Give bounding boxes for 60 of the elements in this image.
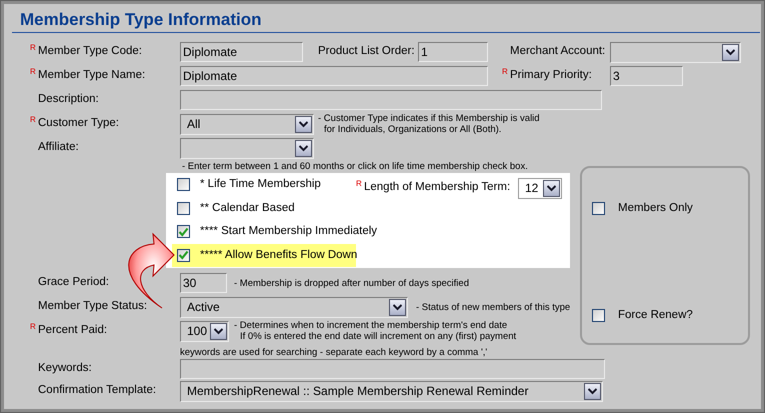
field-label: Percent Paid: (38, 323, 108, 338)
dropdown[interactable]: MembershipRenewal :: Sample Membership Renewal Reminder (180, 380, 603, 402)
checkbox-label: Members Only (618, 201, 693, 216)
text-field[interactable]: Diplomate (180, 66, 488, 86)
dropdown[interactable]: 12 (518, 178, 562, 198)
field-label: Confirmation Template: (38, 383, 156, 398)
checkbox-label: * Life Time Membership (200, 177, 321, 192)
required-mark: R (502, 68, 509, 76)
dropdown[interactable] (180, 138, 314, 158)
help-text: - Enter term between 1 and 60 months or click on life time membership check box. (182, 160, 529, 173)
field-label: Length of Membership Term: (364, 180, 510, 196)
checkbox[interactable] (177, 178, 190, 192)
required-mark: R (30, 116, 37, 124)
field-label: Primary Priority: (510, 68, 592, 84)
field-label: Customer Type: (38, 116, 119, 132)
checkbox[interactable] (177, 202, 190, 215)
checkbox[interactable] (177, 248, 190, 262)
required-mark: R (30, 44, 37, 52)
help-text: - Determines when to increment the membership term's end date If 0% is entered the end date will increment on any (first) payment (234, 320, 516, 342)
checkbox-label: ** Calendar Based (200, 200, 295, 216)
field-label: Grace Period: (38, 275, 109, 290)
checkbox[interactable] (592, 202, 605, 216)
checkbox-label: ***** Allow Benefits Flow Down (200, 248, 358, 263)
chevron-down-icon (722, 44, 739, 60)
help-text: - Status of new members of this type (416, 302, 570, 312)
dropdown[interactable]: All (180, 114, 314, 134)
field-label: Member Type Name: (38, 68, 146, 84)
chevron-down-icon (389, 298, 406, 316)
field-label: Affiliate: (38, 140, 79, 156)
help-text: - Membership is dropped after number of days specified (234, 278, 469, 288)
chevron-down-icon (543, 180, 560, 196)
required-mark: R (30, 323, 37, 332)
text-field[interactable] (180, 90, 602, 110)
text-field[interactable]: 3 (610, 66, 683, 86)
field-label: Keywords: (38, 361, 92, 376)
chevron-down-icon (295, 140, 312, 156)
help-text: - Customer Type indicates if this Membership is valid for Individuals, Organizations or All (Both). (318, 113, 540, 135)
chevron-down-icon (210, 322, 227, 340)
text-field[interactable]: Diplomate (180, 42, 303, 62)
dropdown[interactable]: 100 (180, 320, 229, 342)
checkbox[interactable] (177, 225, 190, 238)
chevron-down-icon (584, 382, 601, 400)
text-field[interactable]: 1 (418, 42, 488, 62)
section-title: Membership Type Information (12, 4, 760, 33)
field-label: Merchant Account: (510, 44, 606, 60)
field-label: Product List Order: (318, 44, 415, 60)
required-mark: R (30, 68, 37, 76)
checkbox-label: Force Renew? (618, 308, 693, 323)
field-label: Description: (38, 92, 99, 108)
required-mark: R (356, 180, 363, 188)
field-label: Member Type Status: (38, 299, 148, 314)
checkbox-label: **** Start Membership Immediately (200, 224, 378, 240)
chevron-down-icon (295, 116, 312, 132)
field-label: Member Type Code: (38, 44, 142, 60)
dropdown[interactable]: Active (180, 296, 408, 318)
checkbox[interactable] (592, 308, 605, 322)
text-field[interactable] (180, 359, 605, 379)
dropdown[interactable] (610, 42, 741, 62)
text-field[interactable]: 30 (180, 273, 227, 293)
help-text: keywords are used for searching - separate each keyword by a comma ',' (180, 347, 488, 358)
